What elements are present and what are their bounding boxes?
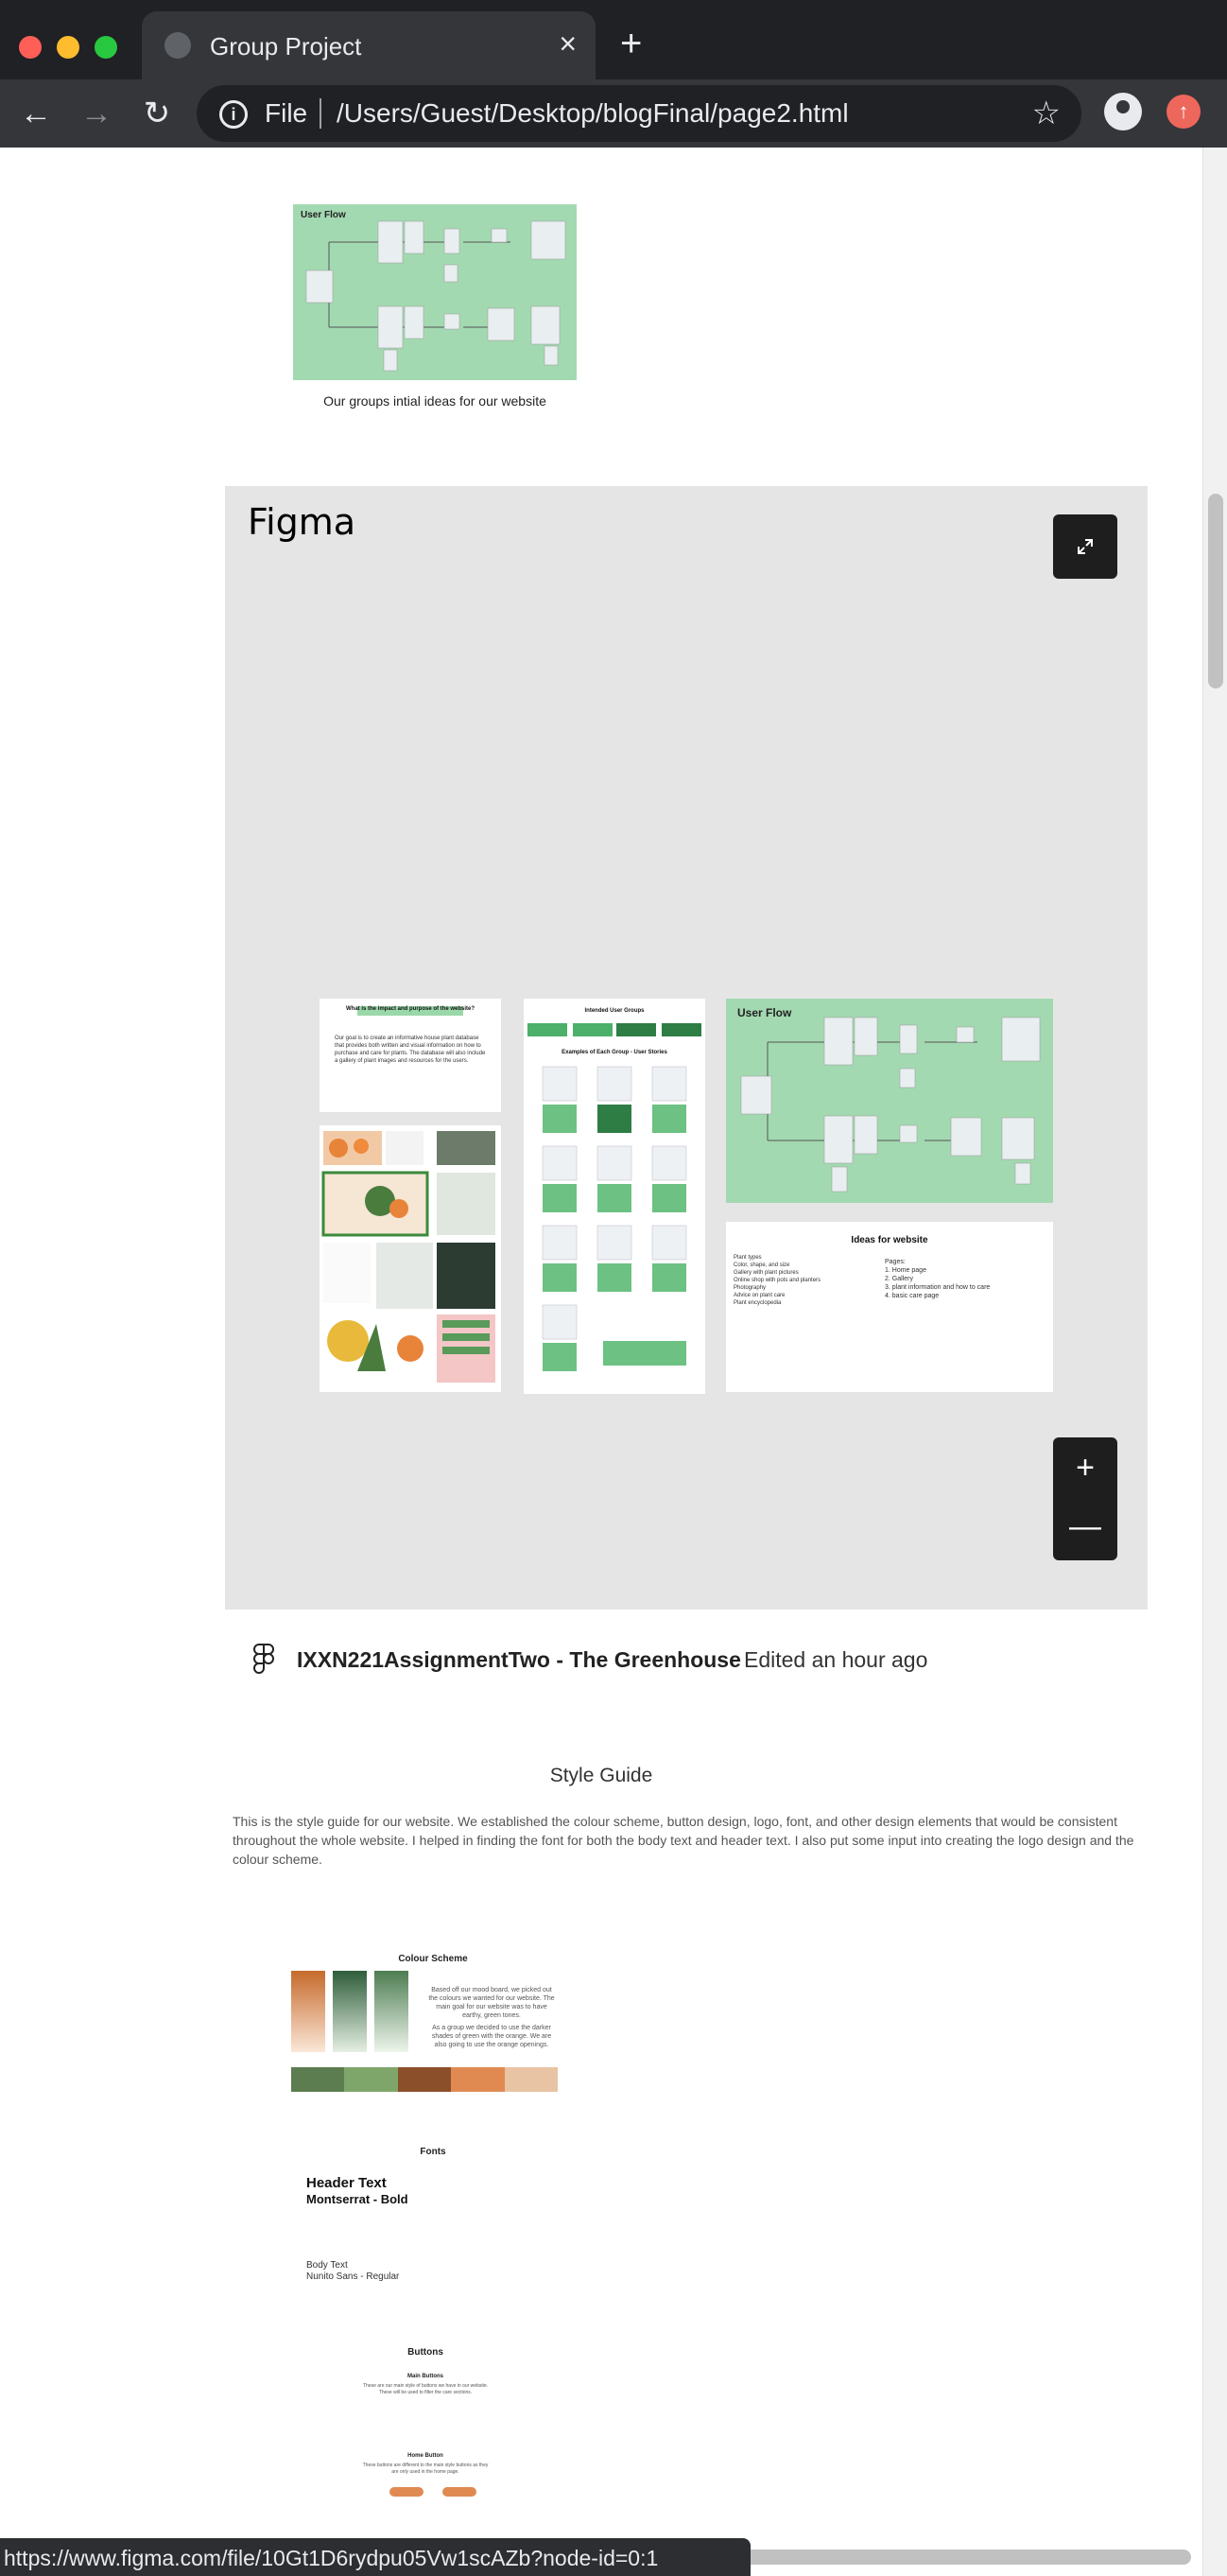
colour-note: Based off our mood board, we picked out … xyxy=(428,1987,555,2019)
frame-flow-diagram xyxy=(740,1017,1041,1192)
user-groups-grid xyxy=(527,1023,701,1371)
frame-purpose[interactable]: What is the impact and purpose of the we… xyxy=(320,999,501,1112)
colour-swatches xyxy=(291,2067,559,2092)
tab-title: Group Project xyxy=(210,32,362,61)
purpose-title: What is the impact and purpose of the we… xyxy=(345,1006,475,1012)
bookmark-star-icon[interactable]: ☆ xyxy=(1032,95,1061,132)
colour-swatch xyxy=(344,2067,398,2092)
user-flow-image: User Flow xyxy=(293,204,577,380)
home-button-sample xyxy=(389,2487,423,2497)
moodboard-collage xyxy=(321,1131,495,1383)
page-viewport: User Flow Our groups intial ideas for ou xyxy=(0,148,1202,2576)
fonts-heading: Fonts xyxy=(420,2147,446,2157)
purpose-body: Our goal is to create an informative hou… xyxy=(335,1036,486,1064)
horizontal-scrollbar-thumb[interactable] xyxy=(737,2550,1191,2565)
scrollbar-thumb[interactable] xyxy=(1208,494,1223,688)
vertical-scrollbar[interactable] xyxy=(1202,148,1227,2576)
reload-button[interactable]: ↻ xyxy=(132,89,181,138)
frame-user-flow[interactable]: User Flow xyxy=(726,999,1053,1203)
zoom-out-button[interactable]: — xyxy=(1053,1498,1117,1558)
user-flow-diagram xyxy=(305,220,566,372)
zoom-in-button[interactable]: + xyxy=(1053,1437,1117,1498)
frame-user-groups[interactable]: Intended User Groups Examples of Each Gr… xyxy=(524,999,705,1394)
body-text-label: Body Text xyxy=(306,2260,348,2271)
new-tab-button[interactable]: + xyxy=(620,23,642,64)
tab-group-project[interactable]: Group Project × xyxy=(142,11,596,79)
status-url: https://www.figma.com/file/10Gt1D6rydpu0… xyxy=(4,2546,659,2570)
address-bar[interactable]: i File /Users/Guest/Desktop/blogFinal/pa… xyxy=(197,85,1081,142)
maximize-window-button[interactable] xyxy=(95,36,117,59)
home-button-label: Home Button xyxy=(407,2453,443,2459)
style-guide-image: Colour Scheme Based off our mood board, … xyxy=(291,1954,575,2576)
user-groups-title: Intended User Groups xyxy=(584,1008,645,1014)
profile-avatar-icon[interactable] xyxy=(1104,93,1142,131)
expand-button[interactable] xyxy=(1053,514,1117,579)
close-window-button[interactable] xyxy=(19,36,42,59)
forward-button[interactable]: → xyxy=(72,89,121,138)
colour-swatch xyxy=(397,2067,452,2092)
back-button[interactable]: ← xyxy=(11,89,60,138)
url-text[interactable]: /Users/Guest/Desktop/blogFinal/page2.htm… xyxy=(337,98,849,129)
status-bar: https://www.figma.com/file/10Gt1D6rydpu0… xyxy=(0,2538,751,2576)
ideas-left-list: Plant types Color, shape, and size Galle… xyxy=(734,1255,821,1306)
frame-flow-title: User Flow xyxy=(737,1006,792,1019)
globe-icon xyxy=(164,32,191,59)
buttons-heading: Buttons xyxy=(407,2347,443,2358)
colour-note-2: As a group we decided to use the darker … xyxy=(431,2025,552,2048)
home-button-sample xyxy=(442,2487,476,2497)
address-separator xyxy=(320,98,321,129)
scheme-label: File xyxy=(265,98,308,128)
frame-ideas[interactable]: Ideas for website Plant types Color, sha… xyxy=(726,1222,1053,1392)
colour-swatch xyxy=(291,2067,345,2092)
zoom-controls: + — xyxy=(1053,1437,1117,1560)
style-guide-heading: Style Guide xyxy=(549,1765,653,1786)
minimize-window-button[interactable] xyxy=(57,36,79,59)
frame-moodboard[interactable] xyxy=(320,1125,501,1392)
user-flow-caption: Our groups intial ideas for our website xyxy=(323,393,546,409)
home-button-note: These buttons are different to the main … xyxy=(362,2463,489,2475)
figma-logo[interactable]: Figma xyxy=(248,501,355,543)
figma-file-name[interactable]: IXXN221AssignmentTwo - The Greenhouse xyxy=(297,1647,741,1673)
figma-icon[interactable] xyxy=(253,1644,274,1676)
user-groups-subtitle: Examples of Each Group - User Stories xyxy=(562,1050,667,1055)
colour-scheme-heading: Colour Scheme xyxy=(398,1954,468,1964)
close-tab-button[interactable]: × xyxy=(559,26,577,61)
update-icon[interactable]: ↑ xyxy=(1167,95,1201,129)
ideas-title: Ideas for website xyxy=(851,1235,928,1245)
style-guide-description: This is the style guide for our website.… xyxy=(233,1814,1134,1867)
body-font-name: Nunito Sans - Regular xyxy=(306,2271,400,2282)
expand-icon xyxy=(1078,539,1093,554)
main-buttons-label: Main Buttons xyxy=(407,2374,443,2379)
colour-swatch xyxy=(504,2067,559,2092)
info-icon[interactable]: i xyxy=(219,100,248,129)
browser-toolbar: ← → ↻ i File /Users/Guest/Desktop/blogFi… xyxy=(0,79,1227,148)
browser-tab-bar: Group Project × + xyxy=(0,0,1227,79)
figma-embed[interactable]: Figma What is the impact and purpose of … xyxy=(225,486,1148,1610)
main-buttons-note: These are our main style of buttons we h… xyxy=(362,2383,488,2395)
header-font-name: Montserrat - Bold xyxy=(306,2192,408,2206)
header-text-label: Header Text xyxy=(306,2175,387,2191)
colour-swatch xyxy=(451,2067,505,2092)
ideas-pages-list: Pages: 1. Home page 2. Gallery 3. plant … xyxy=(885,1259,991,1299)
figma-edited-time: Edited an hour ago xyxy=(744,1647,928,1672)
